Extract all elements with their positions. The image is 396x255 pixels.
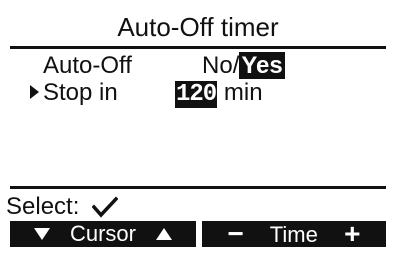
- auto-off-option-yes[interactable]: Yes: [239, 52, 285, 79]
- auto-off-value[interactable]: No/Yes: [202, 52, 285, 80]
- lcd-screen: Auto-Off timer Auto-Off No/Yes Stop in 1…: [0, 0, 396, 255]
- stop-in-label: Stop in: [43, 79, 118, 106]
- cursor-softkey-label: Cursor: [69, 221, 136, 246]
- stop-in-value[interactable]: 120 min: [175, 79, 263, 109]
- divider-top: [10, 46, 386, 49]
- select-label: Select:: [6, 193, 80, 220]
- plus-icon[interactable]: +: [344, 220, 360, 248]
- stop-in-number[interactable]: 120: [175, 81, 217, 108]
- triangle-down-icon[interactable]: [33, 228, 50, 240]
- auto-off-option-no[interactable]: No: [202, 52, 233, 79]
- softkey-bar: Cursor − Time +: [10, 220, 386, 248]
- auto-off-label: Auto-Off: [43, 52, 132, 79]
- cursor-softkey[interactable]: Cursor: [10, 221, 196, 247]
- stop-in-unit: min: [223, 79, 263, 106]
- screen-title: Auto-Off timer: [117, 12, 279, 42]
- checkmark-icon: [92, 196, 119, 218]
- cursor-arrow-icon: [30, 85, 39, 99]
- triangle-up-icon[interactable]: [156, 228, 173, 240]
- time-softkey[interactable]: − Time +: [202, 220, 386, 248]
- select-hint: Select:: [6, 193, 119, 221]
- stop-in-row[interactable]: Stop in: [30, 79, 118, 107]
- minus-icon[interactable]: −: [228, 220, 244, 248]
- time-softkey-label: Time: [269, 222, 318, 247]
- divider-bottom: [10, 186, 386, 189]
